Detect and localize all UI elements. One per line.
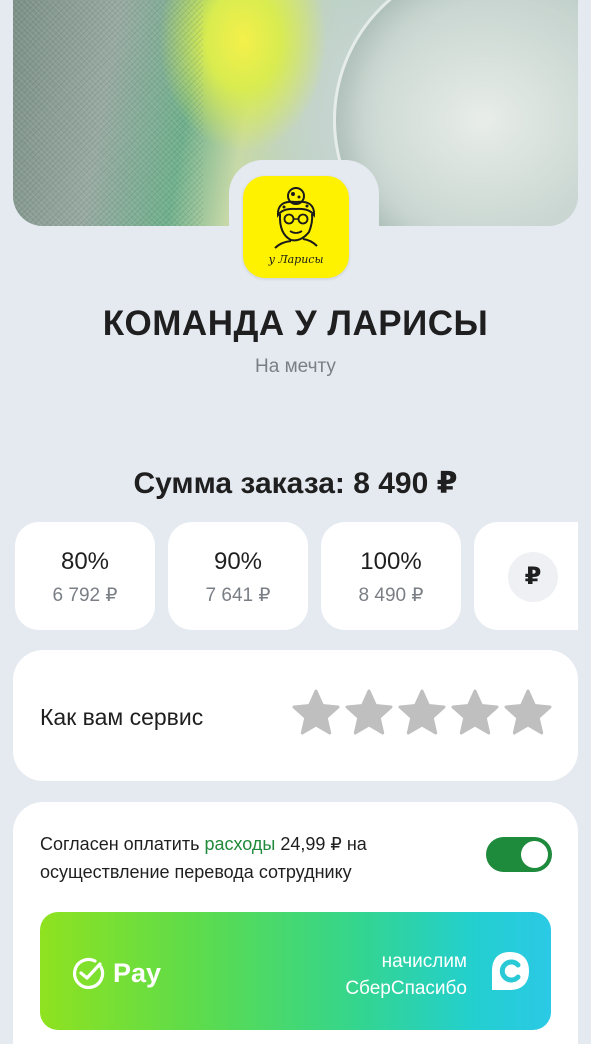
consent-prefix: Согласен оплатить	[40, 834, 205, 854]
tip-option-custom[interactable]: ₽	[474, 522, 578, 630]
venue-name: КОМАНДА У ЛАРИСЫ	[102, 304, 489, 343]
payment-card: Согласен оплатить расходы 24,99 ₽ на осу…	[13, 802, 578, 1044]
tip-option-100[interactable]: 100% 8 490 ₽	[321, 522, 461, 630]
logo-lettering: у Ларисы	[268, 253, 324, 266]
tip-percent: 100%	[360, 548, 422, 575]
toggle-knob	[521, 841, 548, 868]
order-total: Сумма заказа: 8 490 ₽	[133, 467, 458, 500]
venue-logo: у Ларисы	[243, 176, 349, 278]
star-icon-2[interactable]	[344, 688, 394, 738]
star-icon-5[interactable]	[503, 688, 553, 738]
tip-payment-page: у Ларисы КОМАНДА У ЛАРИСЫ На мечту Сумма…	[0, 0, 591, 1044]
tip-percent: 90%	[213, 548, 263, 575]
sberspasibo-icon	[492, 952, 529, 990]
tip-amount: 6 792 ₽	[52, 585, 118, 606]
tip-purpose: На мечту	[255, 356, 336, 377]
pay-brand: Pay	[71, 956, 161, 990]
hero-texture	[13, 0, 203, 226]
tip-percent: 80%	[60, 548, 110, 575]
star-icon-1[interactable]	[291, 688, 341, 738]
sber-check-icon	[73, 957, 105, 989]
tip-amount: 7 641 ₽	[205, 585, 271, 606]
fees-link[interactable]: расходы	[204, 834, 275, 854]
fee-consent-text: Согласен оплатить расходы 24,99 ₽ на осу…	[40, 830, 460, 886]
star-icon-3[interactable]	[397, 688, 447, 738]
sber-pay-button[interactable]: Pay начислим СберСпасибо	[40, 912, 551, 1030]
rating-stars	[291, 688, 553, 738]
rating-label: Как вам сервис	[40, 704, 204, 730]
tip-option-80[interactable]: 80% 6 792 ₽	[15, 522, 155, 630]
ruble-icon: ₽	[508, 552, 558, 602]
tip-amount: 8 490 ₽	[358, 585, 424, 606]
fee-consent-toggle[interactable]	[486, 837, 552, 872]
bonus-text: начислим СберСпасибо	[345, 948, 467, 1002]
rating-card: Как вам сервис	[13, 650, 578, 781]
star-icon-4[interactable]	[450, 688, 500, 738]
tip-option-90[interactable]: 90% 7 641 ₽	[168, 522, 308, 630]
bonus-line-1: начислим	[381, 951, 467, 972]
venue-logo-illustration: у Ларисы	[268, 187, 324, 266]
pay-label: Pay	[113, 957, 162, 988]
bonus-line-2: СберСпасибо	[345, 978, 467, 999]
